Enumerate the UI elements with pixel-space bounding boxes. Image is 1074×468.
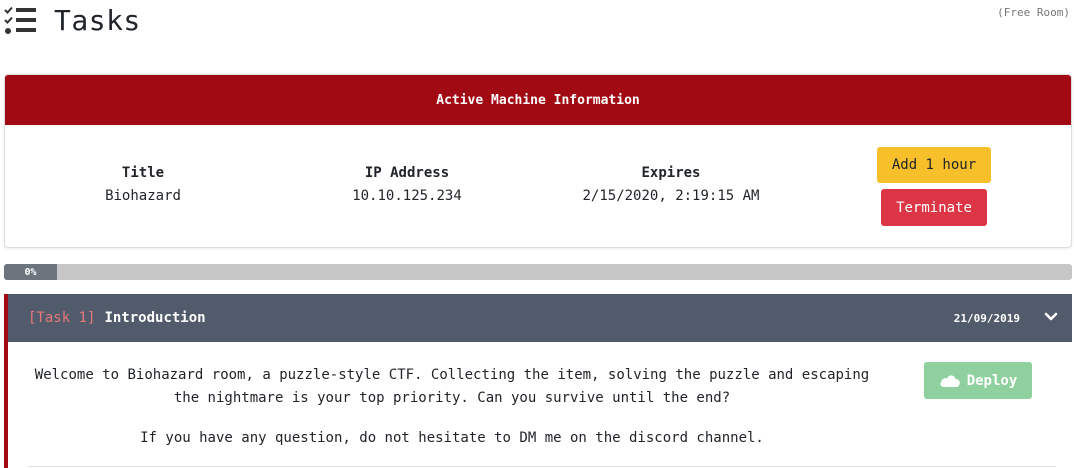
active-machine-heading: Active Machine Information <box>5 75 1071 125</box>
terminate-button[interactable]: Terminate <box>881 189 987 226</box>
task-header[interactable]: [Task 1] Introduction 21/09/2019 <box>8 294 1072 342</box>
machine-title-value: Biohazard <box>105 188 181 204</box>
page-title: Tasks <box>54 4 141 37</box>
progress-label: 0% <box>4 264 57 280</box>
room-type-label: (Free Room) <box>997 6 1070 19</box>
active-machine-card: Active Machine Information Title Biohaza… <box>4 74 1072 248</box>
task-list-icon <box>4 6 36 34</box>
machine-expires-label: Expires <box>641 165 701 181</box>
progress-bar: 0% <box>4 264 1072 280</box>
task-card: [Task 1] Introduction 21/09/2019 Welcome… <box>4 294 1072 468</box>
cloud-icon <box>940 375 960 387</box>
page-header: Tasks (Free Room) <box>0 0 1074 48</box>
task-description-paragraph: Welcome to Biohazard room, a puzzle-styl… <box>34 367 870 406</box>
task-divider <box>28 466 1056 467</box>
machine-title-info: Title Biohazard <box>65 165 221 204</box>
task-name: Introduction <box>104 310 206 326</box>
task-description: Welcome to Biohazard room, a puzzle-styl… <box>32 364 872 467</box>
machine-expires-info: Expires 2/15/2020, 2:19:15 AM <box>551 165 791 204</box>
machine-ip-info: IP Address 10.10.125.234 <box>305 165 509 204</box>
machine-ip-label: IP Address <box>364 165 450 181</box>
chevron-down-icon[interactable] <box>1044 310 1058 324</box>
machine-expires-value: 2/15/2020, 2:19:15 AM <box>582 188 760 204</box>
add-hour-button[interactable]: Add 1 hour <box>877 147 991 183</box>
deploy-button[interactable]: Deploy <box>924 362 1032 399</box>
task-description-paragraph: If you have any question, do not hesitat… <box>140 430 764 446</box>
machine-title-label: Title <box>121 165 165 181</box>
machine-ip-value: 10.10.125.234 <box>352 188 462 204</box>
task-number: [Task 1] <box>28 310 96 326</box>
deploy-label: Deploy <box>966 372 1018 389</box>
task-date: 21/09/2019 <box>953 312 1020 325</box>
